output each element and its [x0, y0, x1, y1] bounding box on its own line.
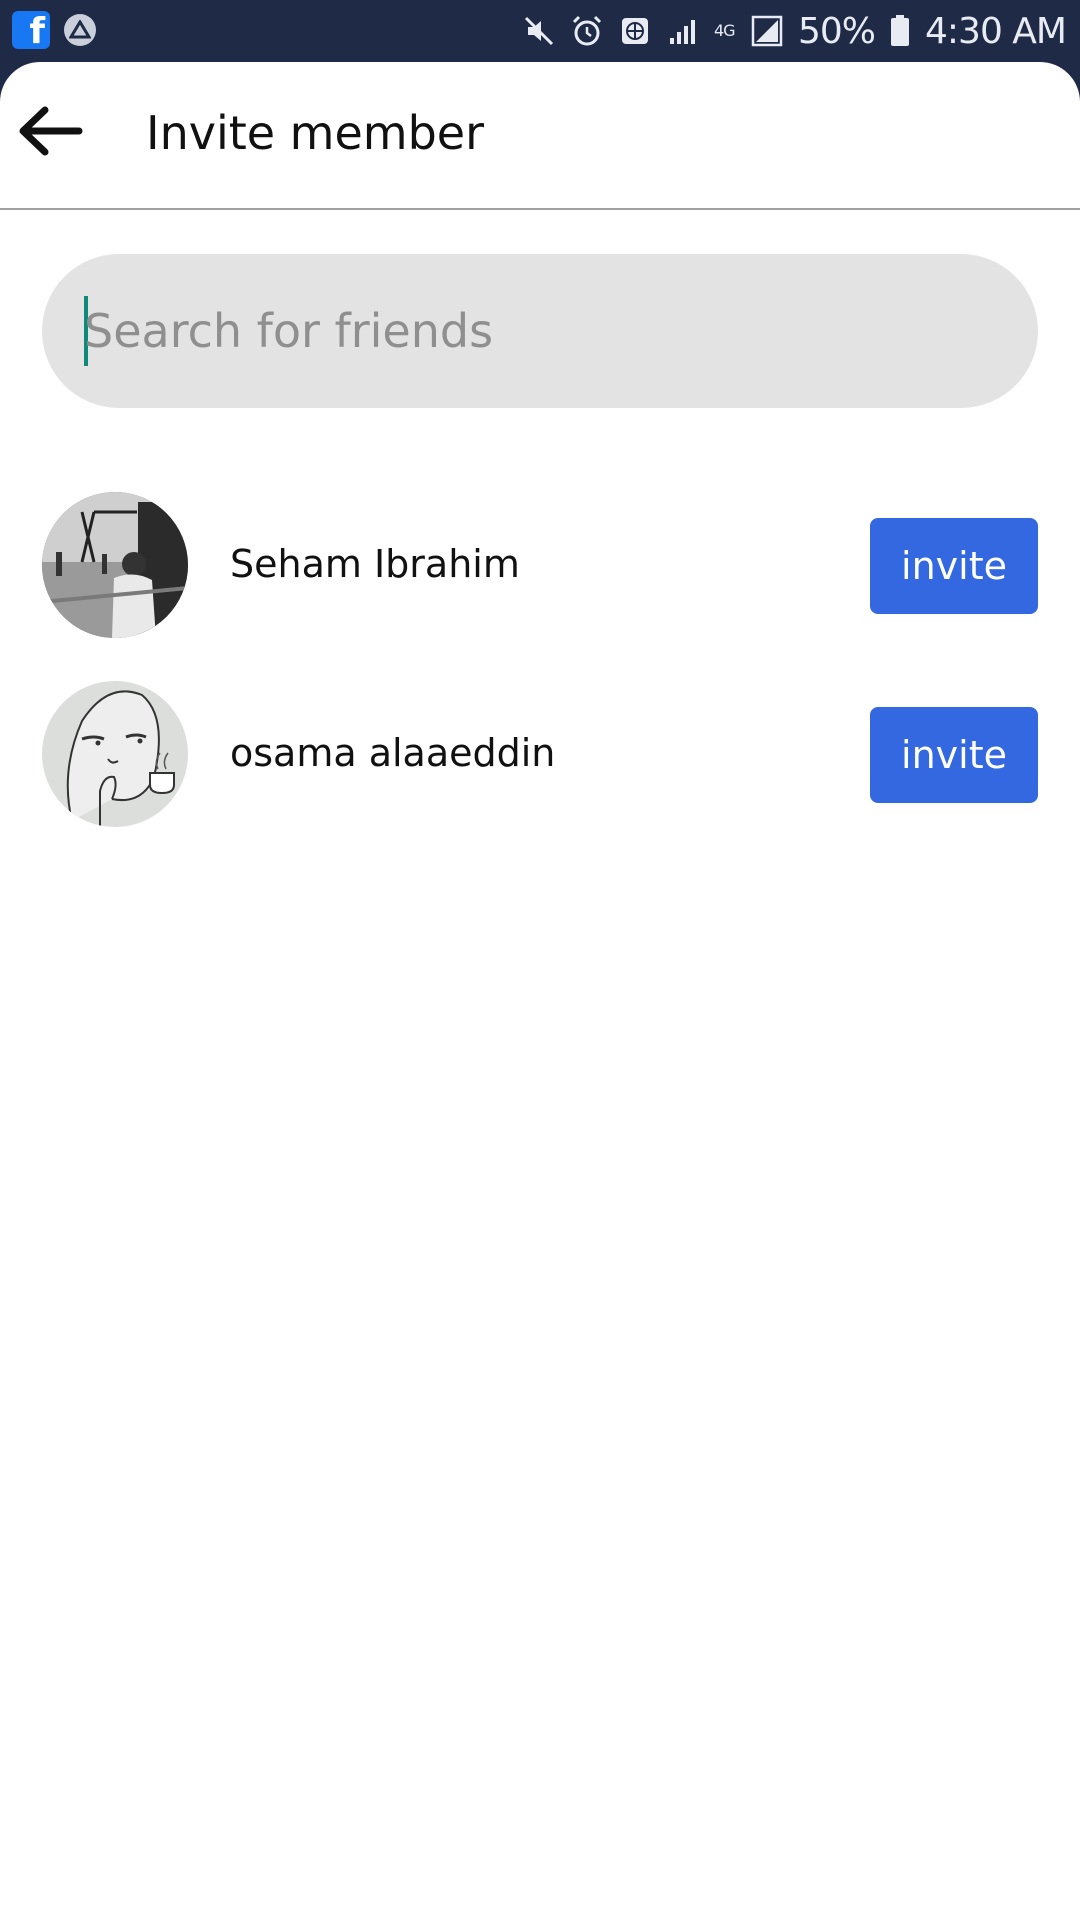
- friend-name: Seham Ibrahim: [230, 542, 520, 586]
- back-arrow-icon: [19, 106, 83, 156]
- avatar: [42, 492, 188, 638]
- vpn-icon: [622, 18, 648, 44]
- signal-full-icon: [751, 15, 783, 47]
- app-bar: Invite member: [0, 62, 1080, 210]
- notification-icons: f: [12, 11, 96, 49]
- search-bar[interactable]: [42, 254, 1038, 408]
- invite-button[interactable]: invite: [870, 518, 1038, 614]
- alarm-icon: [572, 15, 602, 46]
- battery-percent: 50%: [798, 10, 876, 52]
- signal-icon: [670, 20, 695, 44]
- back-button[interactable]: [12, 100, 88, 162]
- system-icons: 4G 50% 4:30 AM: [522, 8, 1067, 54]
- status-bar: f 4G 50% 4:30 AM: [0, 0, 1080, 62]
- list-item: Seham Ibrahim invite: [0, 492, 1080, 642]
- list-item: osama alaaeddin invite: [0, 681, 1080, 831]
- search-input[interactable]: [84, 254, 984, 408]
- facebook-icon: f: [12, 11, 50, 49]
- network-4g-icon: 4G: [714, 21, 736, 40]
- clock: 4:30 AM: [925, 10, 1067, 52]
- friend-name: osama alaaeddin: [230, 731, 556, 775]
- drive-icon: [64, 14, 96, 46]
- invite-button[interactable]: invite: [870, 707, 1038, 803]
- avatar: [42, 681, 188, 827]
- battery-icon: [891, 15, 910, 46]
- page-title: Invite member: [146, 106, 485, 160]
- mute-icon: [524, 16, 554, 46]
- invite-member-screen: Invite member Seham Ibrahim invite: [0, 62, 1080, 1920]
